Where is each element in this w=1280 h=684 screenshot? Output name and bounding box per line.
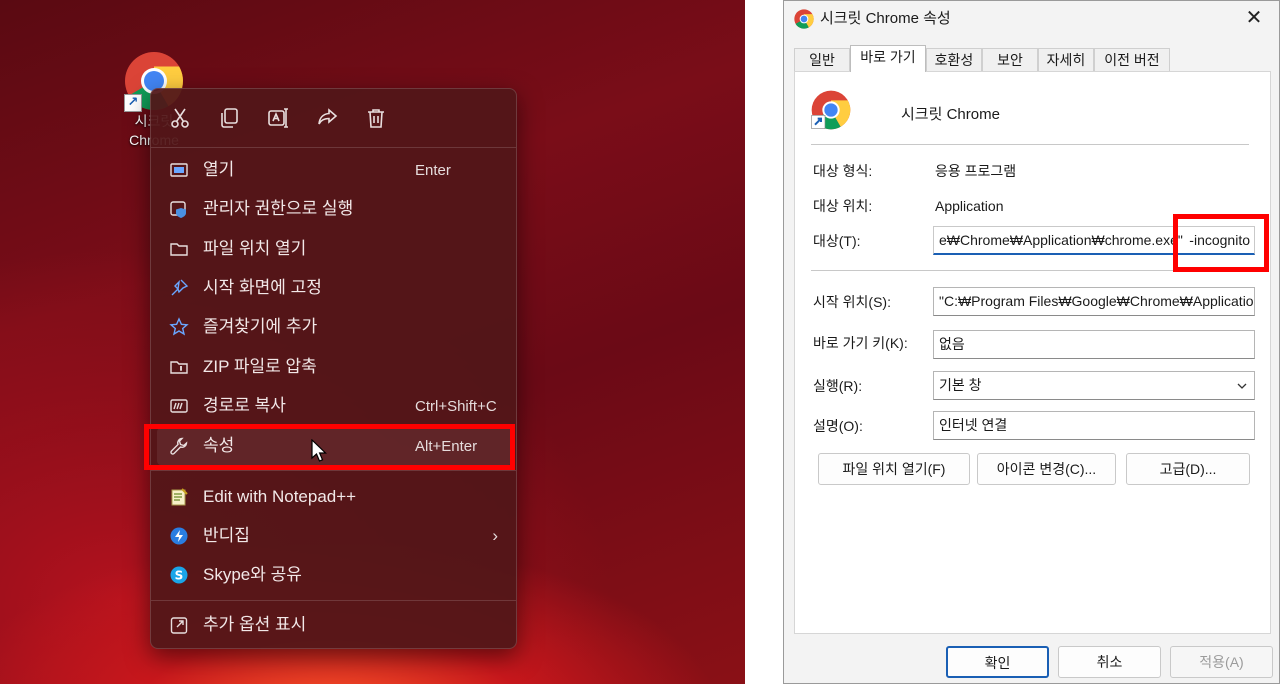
shortcut-tab-panel: 시크릿 Chrome 대상 형식: 응용 프로그램 대상 위치: Applica… (794, 71, 1271, 634)
rename-icon[interactable] (266, 106, 290, 130)
zip-icon (169, 357, 189, 377)
mouse-cursor-icon (311, 439, 327, 462)
menu-item-label: 열기 (203, 160, 235, 179)
menu-item-share-with-skype[interactable]: S Skype와 공유 (157, 557, 512, 594)
open-file-location-button[interactable]: 파일 위치 열기(F) (818, 453, 970, 485)
menu-item-label: Skype와 공유 (203, 565, 302, 584)
folder-icon (169, 239, 189, 259)
menu-separator (151, 470, 516, 471)
menu-item-label: 반디집 (203, 526, 250, 545)
highlight-box-incognito-flag (1173, 214, 1269, 272)
menu-item-label: 시작 화면에 고정 (203, 278, 322, 297)
tab-general[interactable]: 일반 (794, 48, 850, 72)
menu-item-show-more-options[interactable]: 추가 옵션 표시 (157, 607, 512, 644)
target-type-label: 대상 형식: (813, 163, 873, 179)
tab-previous-versions[interactable]: 이전 버전 (1094, 48, 1170, 72)
tab-shortcut[interactable]: 바로 가기 (850, 45, 926, 72)
menu-item-edit-with-notepad-plus-plus[interactable]: Edit with Notepad++ (157, 479, 512, 516)
dialog-title: 시크릿 Chrome 속성 (820, 10, 951, 27)
run-select[interactable]: 기본 창 (933, 371, 1255, 400)
pin-icon (169, 278, 189, 298)
tab-details[interactable]: 자세히 (1038, 48, 1094, 72)
menu-item-bandizip[interactable]: 반디집 › (157, 518, 512, 555)
copy-icon[interactable] (217, 106, 241, 130)
close-icon[interactable]: ✕ (1239, 5, 1269, 31)
notepad-plus-plus-icon (169, 487, 189, 507)
highlight-box-properties (144, 424, 515, 470)
bandizip-icon (169, 526, 189, 546)
delete-icon[interactable] (364, 106, 388, 130)
menu-item-run-as-admin[interactable]: 관리자 권한으로 실행 (157, 191, 512, 228)
target-label: 대상(T): (813, 233, 861, 249)
cut-icon[interactable] (168, 106, 192, 130)
chrome-shortcut-icon (811, 90, 851, 130)
chrome-icon (794, 9, 814, 29)
open-icon (169, 160, 189, 180)
menu-separator (151, 147, 516, 148)
copy-path-icon (169, 396, 189, 416)
menu-item-label: Edit with Notepad++ (203, 487, 357, 506)
shortcut-arrow-icon: ↗ (124, 94, 142, 112)
run-label: 실행(R): (813, 378, 863, 394)
menu-separator (151, 600, 516, 601)
menu-item-label: 파일 위치 열기 (203, 239, 307, 258)
run-select-value: 기본 창 (939, 377, 982, 393)
menu-item-pin-to-start[interactable]: 시작 화면에 고정 (157, 270, 512, 307)
comment-label: 설명(O): (813, 418, 863, 434)
menu-item-label: 관리자 권한으로 실행 (203, 199, 354, 218)
cancel-button[interactable]: 취소 (1058, 646, 1161, 678)
menu-item-shortcut: Enter (415, 162, 451, 179)
tab-security[interactable]: 보안 (982, 48, 1038, 72)
menu-item-open-file-location[interactable]: 파일 위치 열기 (157, 231, 512, 268)
skype-icon: S (169, 565, 189, 585)
share-icon[interactable] (315, 106, 339, 130)
target-input-value: e₩Chrome₩Application₩chrome.exe" (939, 232, 1183, 248)
ok-button[interactable]: 확인 (946, 646, 1049, 678)
menu-item-label: ZIP 파일로 압축 (203, 357, 317, 376)
menu-item-compress-zip[interactable]: ZIP 파일로 압축 (157, 349, 512, 386)
shortcut-key-label: 바로 가기 키(K): (813, 335, 908, 351)
separator (811, 144, 1249, 145)
shortcut-key-input[interactable]: 없음 (933, 330, 1255, 359)
menu-item-open[interactable]: 열기 Enter (157, 152, 512, 189)
menu-item-shortcut: Ctrl+Shift+C (415, 398, 497, 415)
menu-item-label: 추가 옵션 표시 (203, 615, 307, 634)
svg-text:S: S (175, 569, 184, 583)
context-menu-toolbar (151, 89, 516, 147)
advanced-button[interactable]: 고급(D)... (1126, 453, 1250, 485)
apply-button[interactable]: 적용(A) (1170, 646, 1273, 678)
shortcut-name: 시크릿 Chrome (901, 106, 1000, 123)
start-in-input[interactable]: "C:₩Program Files₩Google₩Chrome₩Applicat… (933, 287, 1255, 316)
star-icon (169, 317, 189, 337)
properties-dialog: 시크릿 Chrome 속성 ✕ 일반 바로 가기 호환성 보안 자세히 이전 버… (783, 0, 1280, 684)
menu-item-copy-as-path[interactable]: 경로로 복사 Ctrl+Shift+C (157, 388, 512, 425)
more-options-icon (169, 615, 189, 635)
context-menu: 열기 Enter 관리자 권한으로 실행 파일 위치 열기 시작 화면에 고정 … (150, 88, 517, 649)
change-icon-button[interactable]: 아이콘 변경(C)... (977, 453, 1116, 485)
target-location-label: 대상 위치: (813, 198, 873, 214)
menu-item-label: 경로로 복사 (203, 396, 286, 415)
menu-item-label: 즐겨찾기에 추가 (203, 317, 318, 336)
desktop: ↗ 시크릿 Chrome 열기 Enter (0, 0, 745, 684)
target-location-value: Application (935, 198, 1004, 214)
submenu-chevron-icon: › (492, 526, 498, 545)
admin-shield-icon (169, 199, 189, 219)
menu-item-add-to-favorites[interactable]: 즐겨찾기에 추가 (157, 309, 512, 346)
chevron-down-icon (1237, 383, 1247, 389)
comment-input[interactable]: 인터넷 연결 (933, 411, 1255, 440)
tab-compatibility[interactable]: 호환성 (926, 48, 982, 72)
start-in-label: 시작 위치(S): (813, 294, 891, 310)
target-type-value: 응용 프로그램 (935, 163, 1017, 179)
